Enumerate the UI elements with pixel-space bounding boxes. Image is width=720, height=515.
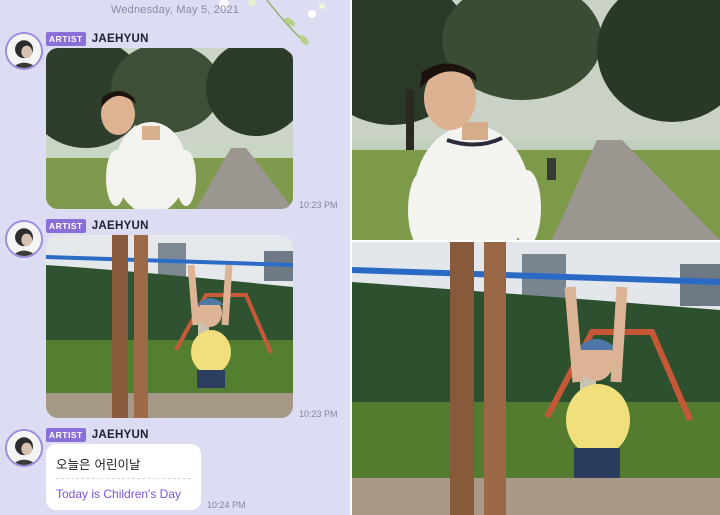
sender-name: JAEHYUN — [91, 429, 149, 441]
chat-panel: Wednesday, May 5, 2021 ARTIST JAEHYUN 10… — [0, 0, 350, 515]
message-text-translated: Today is Children's Day — [56, 487, 182, 501]
enlarged-photos-panel — [352, 0, 720, 515]
translation-divider — [56, 478, 191, 479]
artist-badge: ARTIST — [46, 219, 86, 233]
date-separator: Wednesday, May 5, 2021 — [110, 4, 240, 16]
sender-row: ARTIST JAEHYUN — [46, 428, 149, 442]
profile-photo-icon — [7, 222, 41, 256]
profile-photo-icon — [7, 34, 41, 68]
enlarged-photo[interactable] — [352, 0, 720, 240]
photo-message[interactable] — [46, 235, 293, 418]
enlarged-photo[interactable] — [352, 242, 720, 515]
avatar[interactable] — [5, 32, 43, 70]
profile-photo-icon — [7, 431, 41, 465]
message-text-original: 오늘은 어린이날 — [56, 457, 141, 472]
sender-name: JAEHYUN — [91, 220, 149, 232]
text-message-bubble[interactable]: 오늘은 어린이날 Today is Children's Day — [46, 444, 201, 510]
sender-name: JAEHYUN — [91, 33, 149, 45]
message-time: 10:24 PM — [207, 500, 246, 510]
message-time: 10:23 PM — [299, 409, 338, 419]
artist-badge: ARTIST — [46, 32, 86, 46]
artist-badge: ARTIST — [46, 428, 86, 442]
sender-row: ARTIST JAEHYUN — [46, 219, 149, 233]
sender-row: ARTIST JAEHYUN — [46, 32, 149, 46]
avatar[interactable] — [5, 429, 43, 467]
message-time: 10:23 PM — [299, 200, 338, 210]
photo-message[interactable] — [46, 48, 293, 209]
avatar[interactable] — [5, 220, 43, 258]
